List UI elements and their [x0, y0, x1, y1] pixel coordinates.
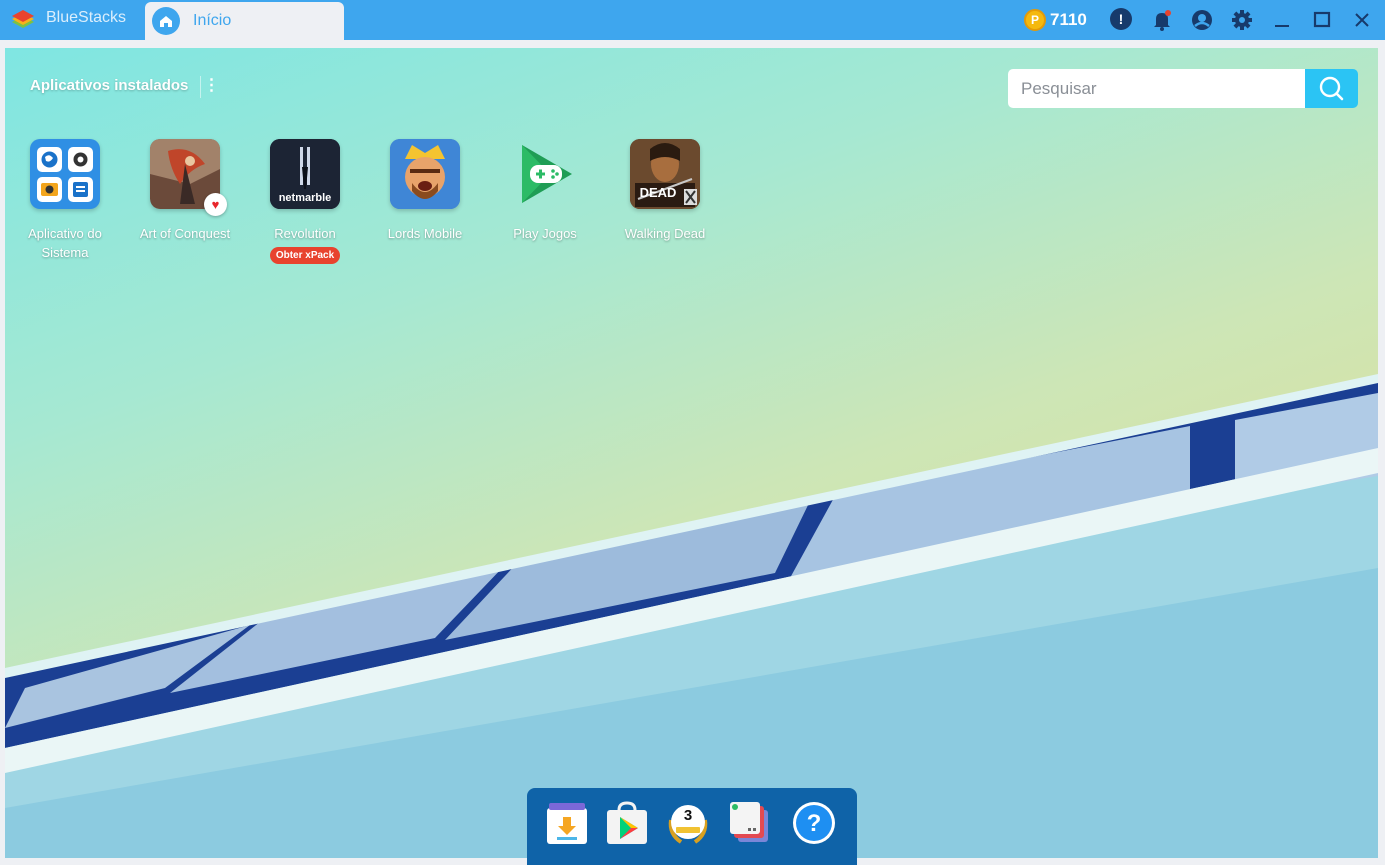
app-lords-mobile[interactable]: Lords Mobile — [365, 139, 485, 243]
tab-label: Início — [193, 12, 232, 29]
apps-menu-dots-icon[interactable]: ⋮ — [200, 76, 222, 98]
xpack-badge[interactable]: Obter xPack — [269, 247, 341, 264]
app-name: Aplicativo do Sistema — [28, 226, 102, 260]
revolution-icon: netmarble — [270, 139, 340, 209]
coins-count[interactable]: 7110 — [1050, 10, 1087, 30]
install-apk-icon[interactable] — [544, 800, 590, 846]
coin-icon: P — [1024, 9, 1046, 31]
level-badge-icon[interactable]: 3 — [665, 800, 711, 846]
app-system[interactable]: Aplicativo do Sistema — [5, 139, 125, 262]
app-title: BlueStacks — [46, 9, 127, 26]
app-name: Walking Dead — [624, 226, 706, 241]
dead-label: DEAD — [640, 185, 677, 200]
art-of-conquest-icon: ♥ — [150, 139, 227, 216]
bluestacks-logo-icon — [12, 10, 34, 28]
notification-bell-icon[interactable] — [1150, 8, 1174, 32]
installed-apps-title: Aplicativos instalados — [30, 77, 189, 94]
play-games-icon — [510, 139, 580, 209]
search-icon — [1319, 76, 1344, 101]
home-screen: Aplicativos instalados ⋮ Pesquisar Aplic… — [5, 48, 1378, 858]
app-name: Art of Conquest — [139, 226, 231, 241]
help-icon[interactable]: ? — [791, 800, 837, 846]
app-name: Revolution — [274, 226, 336, 241]
title-bar: BlueStacks Início P 7110 ! — [0, 0, 1385, 40]
maximize-icon[interactable] — [1310, 8, 1334, 32]
favorite-heart-icon: ♥ — [204, 193, 227, 216]
tab-home[interactable]: Início — [145, 2, 344, 40]
help-glyph: ? — [807, 810, 822, 837]
home-icon — [152, 7, 180, 35]
close-icon[interactable] — [1350, 8, 1374, 32]
play-store-icon[interactable] — [604, 800, 650, 846]
search-input[interactable] — [1008, 69, 1306, 108]
search-button[interactable] — [1305, 69, 1358, 108]
alert-icon[interactable]: ! — [1110, 8, 1132, 30]
lords-mobile-icon — [390, 139, 460, 209]
multi-instance-icon[interactable] — [726, 800, 772, 846]
walking-dead-icon: DEAD — [630, 139, 700, 209]
level-number: 3 — [684, 807, 692, 824]
bottom-dock: 3 ? — [527, 788, 857, 865]
app-name: Lords Mobile — [387, 226, 463, 241]
app-walking-dead[interactable]: DEAD Walking Dead — [605, 139, 725, 243]
account-icon[interactable] — [1190, 8, 1214, 32]
app-art-of-conquest[interactable]: ♥ Art of Conquest — [125, 139, 245, 243]
app-play-jogos[interactable]: Play Jogos — [485, 139, 605, 243]
app-revolution[interactable]: netmarble Revolution Obter xPack — [245, 139, 365, 264]
netmarble-label: netmarble — [279, 192, 332, 204]
app-name: Play Jogos — [513, 226, 577, 241]
system-apps-icon — [30, 139, 100, 209]
settings-gear-icon[interactable] — [1230, 8, 1254, 32]
minimize-icon[interactable] — [1270, 8, 1294, 32]
